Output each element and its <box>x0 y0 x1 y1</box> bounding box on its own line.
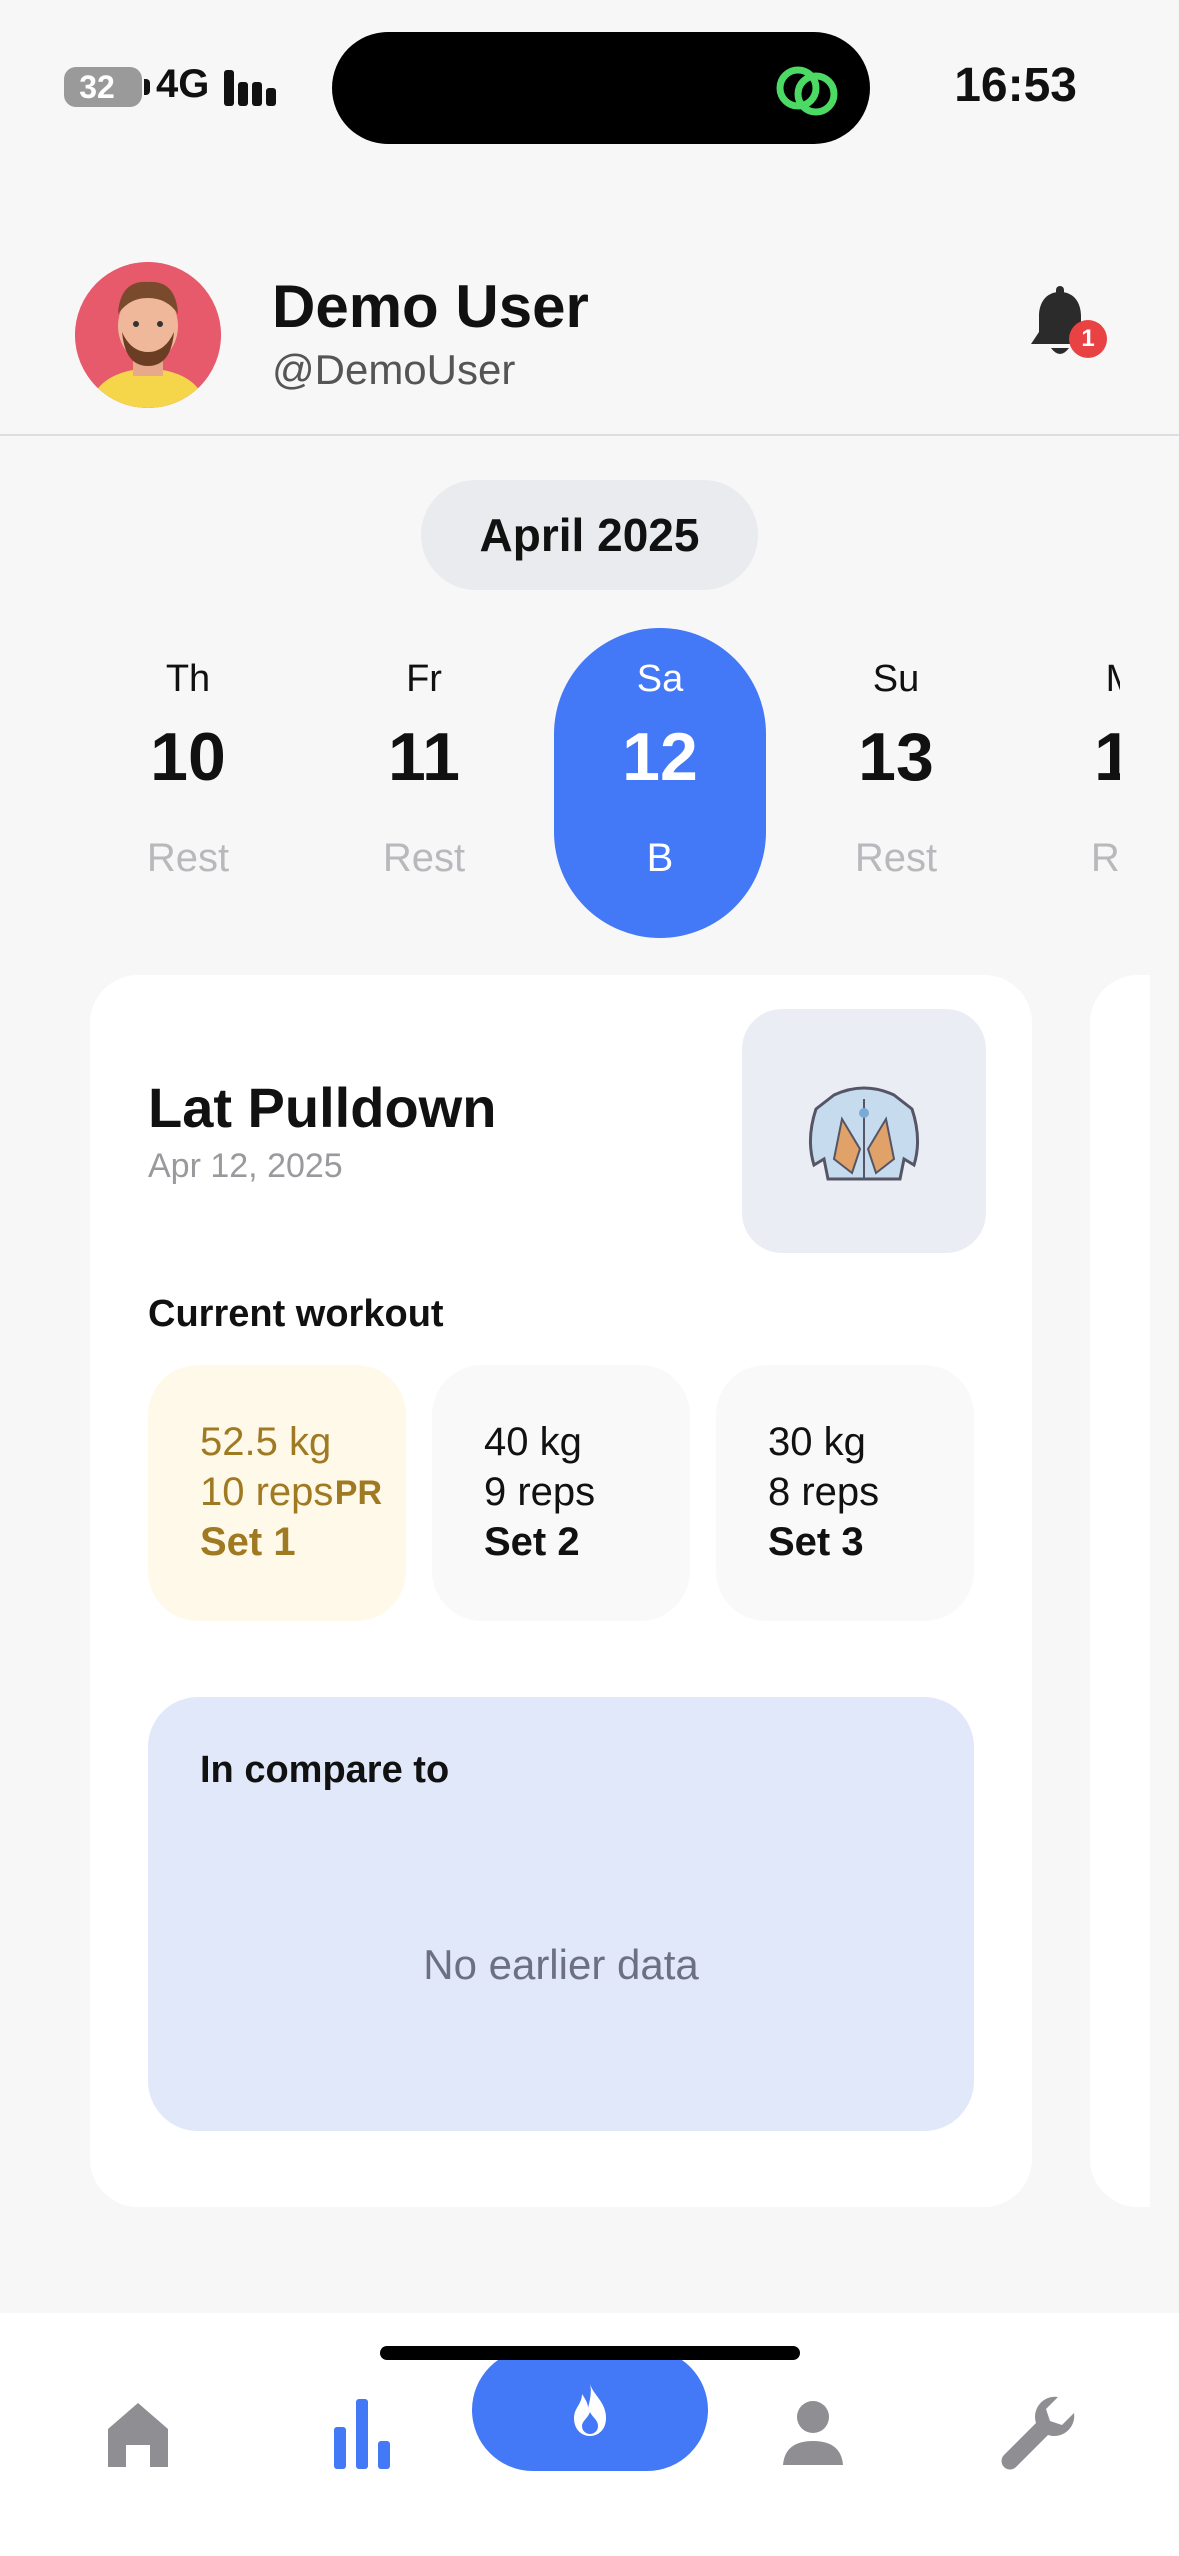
day-number: 14 <box>1094 719 1120 795</box>
compare-empty-text: No earlier data <box>423 1941 699 1988</box>
exercise-date: Apr 12, 2025 <box>148 1147 343 1185</box>
flame-icon <box>574 2384 606 2436</box>
set-label: Set 2 <box>484 1520 580 1564</box>
set-weight: 30 kg <box>768 1420 866 1464</box>
avatar-illustration <box>75 262 221 408</box>
day-number: 11 <box>388 719 460 795</box>
muscle-group-image <box>742 1009 986 1253</box>
current-workout-label: Current workout <box>148 1293 444 1335</box>
next-card-peek[interactable] <box>1090 975 1150 2207</box>
network-type: 4G <box>156 62 210 106</box>
set-reps: 9 reps <box>484 1470 596 1514</box>
avatar[interactable] <box>75 262 221 408</box>
day-strip[interactable]: Th 10 Rest Fr 11 Rest Sa 12 B Su 13 Rest… <box>0 628 1120 938</box>
month-selector[interactable]: April 2025 <box>421 480 758 590</box>
dynamic-island <box>332 32 870 144</box>
day-item[interactable]: Mo 14 Rest <box>1026 628 1120 938</box>
clock: 16:53 <box>954 59 1077 112</box>
signal-icon <box>224 70 282 106</box>
day-item[interactable]: Su 13 Rest <box>790 628 1002 938</box>
day-item[interactable]: Th 10 Rest <box>82 628 294 938</box>
day-tag: Rest <box>382 836 466 880</box>
set-card-pr[interactable]: 52.5 kg 10 reps Set 1 PR <box>148 1365 406 1621</box>
user-name: Demo User <box>272 273 589 340</box>
day-tag: Rest <box>146 836 230 880</box>
day-of-week: Sa <box>636 658 684 700</box>
set-reps: 8 reps <box>768 1470 880 1514</box>
day-item-selected[interactable]: Sa 12 B <box>554 628 766 938</box>
day-tag: Rest <box>854 836 938 880</box>
day-tag: B <box>646 836 674 880</box>
profile-icon[interactable] <box>763 2383 863 2483</box>
day-number: 13 <box>858 719 934 795</box>
set-weight: 40 kg <box>484 1420 582 1464</box>
pr-badge: PR <box>334 1474 382 1512</box>
set-card[interactable]: 40 kg 9 reps Set 2 <box>432 1365 690 1621</box>
day-number: 12 <box>622 719 698 795</box>
exercise-title: Lat Pulldown <box>148 1076 497 1139</box>
day-of-week: Th <box>165 658 211 700</box>
home-indicator <box>380 2346 800 2360</box>
day-of-week: Mo <box>1026 658 1120 701</box>
compare-panel: In compare to No earlier data <box>148 1697 974 2131</box>
set-label: Set 3 <box>768 1520 864 1564</box>
home-icon[interactable] <box>88 2383 188 2483</box>
day-number: 10 <box>150 719 226 795</box>
sets-list: 52.5 kg 10 reps Set 1 PR 40 kg 9 reps Se… <box>148 1365 974 1621</box>
wrench-icon[interactable] <box>988 2383 1088 2483</box>
set-weight: 52.5 kg <box>200 1420 332 1464</box>
notification-badge: 1 <box>1069 320 1107 358</box>
set-card[interactable]: 30 kg 8 reps Set 3 <box>716 1365 974 1621</box>
day-tag: Rest <box>1090 836 1120 880</box>
user-handle: @DemoUser <box>272 346 516 393</box>
battery-level: 32 <box>79 69 115 105</box>
workout-card[interactable]: Lat Pulldown Apr 12, 2025 Current workou… <box>90 975 1032 2207</box>
back-muscle-icon <box>809 1086 919 1181</box>
stats-icon[interactable] <box>312 2383 412 2483</box>
compare-title: In compare to <box>200 1749 450 1791</box>
battery-indicator: 32 <box>64 67 150 107</box>
profile-header: Demo User @DemoUser 1 <box>0 250 1179 436</box>
status-bar: 32 4G 16:53 <box>0 0 1179 170</box>
day-of-week: Fr <box>406 658 442 700</box>
start-workout-button[interactable] <box>472 2349 708 2471</box>
link-icon <box>776 66 838 116</box>
day-item[interactable]: Fr 11 Rest <box>318 628 530 938</box>
set-label: Set 1 <box>200 1520 296 1564</box>
day-of-week: Su <box>872 658 920 700</box>
